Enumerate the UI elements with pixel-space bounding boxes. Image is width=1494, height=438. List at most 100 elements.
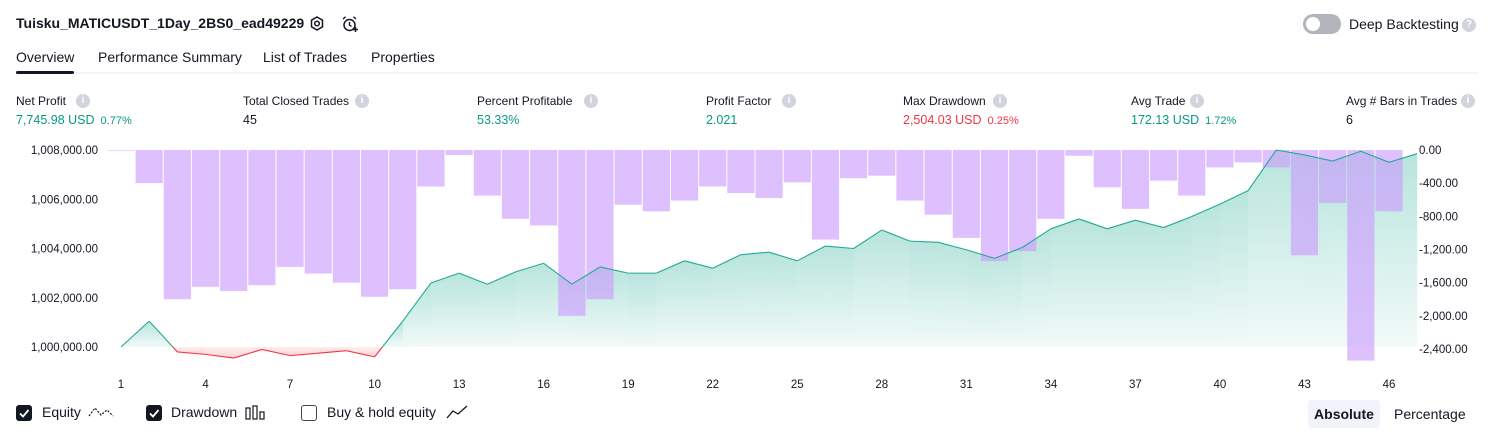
y-right-tick-label: 0.00 <box>1419 145 1441 157</box>
drawdown-bar <box>304 150 332 274</box>
equity-checkbox[interactable] <box>16 405 32 421</box>
x-tick-label: 34 <box>1044 379 1057 391</box>
drawdown-legend-label[interactable]: Drawdown <box>171 404 237 420</box>
drawdown-bar <box>1037 150 1065 219</box>
drawdown-bar <box>896 150 924 201</box>
equity-area <box>1107 220 1136 347</box>
drawdown-bar <box>783 150 811 183</box>
tab-properties[interactable]: Properties <box>371 49 435 65</box>
equity-drawdown-chart[interactable]: 1,008,000.00 1,006,000.00 1,004,000.00 1,00… <box>0 140 1494 395</box>
equity-area <box>853 230 882 347</box>
equity-area <box>1050 218 1080 347</box>
metric-avg-trade-label: Avg Trade <box>1131 94 1186 108</box>
info-icon[interactable]: i <box>355 94 369 108</box>
buy-hold-legend-label[interactable]: Buy & hold equity <box>327 404 436 420</box>
drawdown-bar <box>670 150 699 201</box>
drawdown-bar <box>1093 150 1121 188</box>
metric-total-trades-label: Total Closed Trades <box>243 94 350 108</box>
drawdown-bar <box>1065 150 1093 156</box>
equity-area <box>909 241 939 347</box>
tab-overview[interactable]: Overview <box>16 49 74 65</box>
metric-avg-bars-value: 6 <box>1346 113 1353 127</box>
x-tick-label: 4 <box>202 379 209 391</box>
drawdown-bar <box>868 150 896 176</box>
drawdown-bar <box>135 150 163 184</box>
metric-max-drawdown-value: 2,504.03 USD 0.25% <box>903 113 1019 127</box>
info-icon[interactable]: i <box>1461 94 1475 108</box>
help-icon[interactable]: ? <box>1462 18 1476 32</box>
drawdown-bar <box>220 150 248 291</box>
metric-percent-profitable-value: 53.33% <box>477 113 520 127</box>
drawdown-bar <box>980 150 1009 262</box>
y-left-tick-label: 1,002,000.00 <box>31 293 98 305</box>
drawdown-bar <box>417 150 445 187</box>
drawdown-bar <box>276 150 304 267</box>
equity-area <box>966 249 995 347</box>
equity-area <box>712 254 741 347</box>
deep-backtesting-label: Deep Backtesting <box>1349 16 1459 32</box>
drawdown-bar <box>840 150 868 179</box>
drawdown-bar <box>361 150 389 297</box>
equity-area <box>1079 218 1108 347</box>
x-tick-label: 7 <box>287 379 293 391</box>
equity-area <box>430 273 460 347</box>
equity-area <box>881 230 910 347</box>
equity-line-icon <box>88 407 114 417</box>
info-icon[interactable]: i <box>1190 94 1204 108</box>
tab-list-of-trades[interactable]: List of Trades <box>263 49 347 65</box>
equity-area <box>628 273 657 347</box>
buy-hold-checkbox[interactable] <box>301 405 317 421</box>
equity-legend-label[interactable]: Equity <box>42 404 81 420</box>
percentage-button[interactable]: Percentage <box>1394 400 1466 428</box>
info-icon[interactable]: i <box>993 94 1007 108</box>
drawdown-bar <box>191 150 220 287</box>
absolute-button[interactable]: Absolute <box>1308 400 1380 428</box>
drawdown-bar <box>445 150 473 155</box>
info-icon[interactable]: i <box>76 94 90 108</box>
drawdown-bar <box>558 150 586 316</box>
drawdown-bar <box>1121 150 1149 209</box>
x-tick-label: 37 <box>1129 379 1142 391</box>
drawdown-bar <box>248 150 276 286</box>
equity-area <box>938 242 967 347</box>
deep-backtesting-toggle[interactable] <box>1303 14 1341 34</box>
drawdown-bar <box>473 150 501 196</box>
drawdown-checkbox[interactable] <box>146 405 162 421</box>
equity-area <box>1219 190 1249 347</box>
x-tick-label: 16 <box>537 379 550 391</box>
equity-area <box>1163 216 1192 347</box>
equity-area <box>769 252 798 347</box>
tab-divider <box>16 72 1477 74</box>
equity-area <box>825 246 854 347</box>
metric-net-profit-label: Net Profit <box>16 94 67 108</box>
metric-max-drawdown-label: Max Drawdown <box>903 94 986 108</box>
drawdown-bar <box>530 150 558 226</box>
equity-area <box>459 273 488 347</box>
drawdown-bar <box>727 150 755 194</box>
equity-area <box>1248 150 1277 347</box>
drawdown-bar <box>1178 150 1206 196</box>
info-icon[interactable]: i <box>782 94 796 108</box>
tab-performance-summary[interactable]: Performance Summary <box>98 49 242 65</box>
y-left-tick-label: 1,004,000.00 <box>31 244 98 256</box>
drawdown-bar <box>1009 150 1037 252</box>
settings-icon[interactable] <box>307 14 327 34</box>
x-tick-label: 25 <box>791 379 804 391</box>
y-right-tick-label: -1,200.00 <box>1419 245 1468 257</box>
strategy-title: Tuisku_MATICUSDT_1Day_2BS0_ead49229 <box>16 15 305 31</box>
metric-net-profit-value: 7,745.98 USD 0.77% <box>16 113 132 127</box>
drawdown-bar <box>642 150 670 212</box>
toggle-knob <box>1306 17 1320 31</box>
x-tick-label: 22 <box>706 379 719 391</box>
buy-hold-line-icon <box>446 405 468 419</box>
x-tick-label: 40 <box>1214 379 1227 391</box>
y-right-tick-label: -2,400.00 <box>1419 344 1468 356</box>
add-alert-icon[interactable] <box>340 14 360 34</box>
equity-area <box>515 263 544 347</box>
drawdown-bar <box>332 150 361 283</box>
x-tick-label: 28 <box>875 379 888 391</box>
equity-area <box>1191 204 1220 347</box>
info-icon[interactable]: i <box>584 94 598 108</box>
metric-profit-factor-value: 2.021 <box>706 113 738 127</box>
drawdown-bar <box>1234 150 1262 163</box>
